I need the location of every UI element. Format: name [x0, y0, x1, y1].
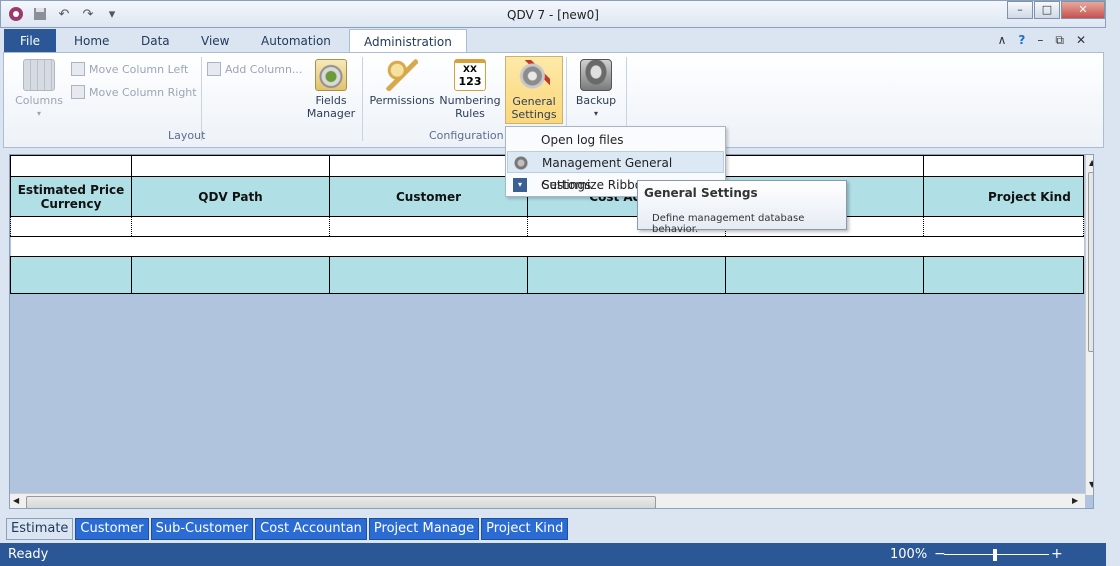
- doc-close-icon[interactable]: ✕: [1076, 33, 1086, 48]
- permissions-button[interactable]: Permissions: [367, 59, 437, 107]
- numbering-rules-icon: XX 123: [454, 59, 486, 91]
- menu-item-open-log-files[interactable]: Open log files: [507, 129, 724, 151]
- help-icon[interactable]: ?: [1018, 33, 1025, 48]
- sheet-tab-project-manager[interactable]: Project Manage: [368, 518, 480, 540]
- add-column-button[interactable]: Add Column...: [207, 62, 302, 76]
- horizontal-scroll-thumb[interactable]: [26, 496, 656, 508]
- general-settings-button[interactable]: General Settings: [505, 56, 563, 124]
- tooltip-title: General Settings: [644, 186, 758, 200]
- tab-automation[interactable]: Automation: [247, 29, 345, 53]
- sheet-tabs: Estimate Customer Sub-Customer Cost Acco…: [6, 518, 569, 540]
- fields-manager-icon: [315, 59, 347, 91]
- gear-wrench-icon: [518, 60, 550, 92]
- collapse-ribbon-icon[interactable]: ∧: [998, 33, 1007, 48]
- status-bar: Ready 100% − +: [0, 543, 1106, 566]
- gear-wrench-icon: [514, 156, 528, 170]
- key-icon: [386, 59, 418, 91]
- tab-file[interactable]: File: [4, 29, 56, 53]
- move-left-icon: [71, 62, 85, 76]
- close-button[interactable]: ✕: [1061, 1, 1105, 19]
- sheet-tab-sub-customer[interactable]: Sub-Customer: [150, 518, 254, 540]
- tab-view[interactable]: View: [187, 29, 243, 53]
- sheet-tab-project-kind[interactable]: Project Kind: [481, 518, 569, 540]
- zoom-in-icon[interactable]: +: [1051, 546, 1063, 562]
- move-column-right-button[interactable]: Move Column Right: [71, 85, 197, 99]
- status-text: Ready: [8, 547, 49, 562]
- customize-ribbon-icon: ▾: [513, 178, 527, 192]
- sheet-tab-cost-accountant[interactable]: Cost Accountan: [255, 518, 367, 540]
- backup-button[interactable]: Backup ▾: [569, 59, 623, 120]
- configuration-group-label: Configuration: [429, 129, 504, 142]
- title-bar: ↶ ↷ ▾ QDV 7 - [new0] – □ ✕: [0, 0, 1106, 28]
- header-project-kind[interactable]: Project Kind: [923, 176, 1084, 217]
- general-settings-tooltip: General Settings Define management datab…: [637, 180, 847, 235]
- table-row: [10, 236, 1084, 257]
- maximize-button[interactable]: □: [1034, 1, 1060, 19]
- sheet-tab-estimate[interactable]: Estimate: [6, 518, 74, 540]
- move-column-left-button[interactable]: Move Column Left: [71, 62, 188, 76]
- vertical-scroll-thumb[interactable]: [1088, 172, 1093, 352]
- scroll-right-icon[interactable]: ▶: [1072, 496, 1078, 505]
- disk-icon: [580, 59, 612, 91]
- horizontal-scrollbar[interactable]: ◀ ▶: [10, 493, 1085, 508]
- zoom-level: 100%: [890, 547, 928, 562]
- numbering-rules-button[interactable]: XX 123 Numbering Rules: [438, 59, 502, 120]
- header-estimated-price-currency[interactable]: Estimated Price Currency: [10, 176, 132, 217]
- fields-manager-button[interactable]: Fields Manager: [304, 59, 358, 120]
- move-right-icon: [71, 85, 85, 99]
- columns-button[interactable]: Columns ▾: [12, 59, 66, 120]
- header-customer[interactable]: Customer: [329, 176, 528, 217]
- header-qdv-path[interactable]: QDV Path: [131, 176, 330, 217]
- data-grid[interactable]: Estimated Price Currency QDV Path Custom…: [9, 154, 1094, 509]
- tab-administration[interactable]: Administration: [349, 29, 467, 53]
- columns-icon: [23, 59, 55, 91]
- tab-data[interactable]: Data: [127, 29, 184, 53]
- menu-item-management-general-settings[interactable]: Management General Settings: [507, 151, 724, 192]
- doc-restore-icon[interactable]: ⧉: [1055, 33, 1064, 48]
- ribbon-right-controls: ∧ ? – ⧉ ✕: [998, 33, 1086, 48]
- window-controls: – □ ✕: [1006, 1, 1105, 19]
- add-column-icon: [207, 62, 221, 76]
- tooltip-description: Define management database behavior.: [652, 213, 805, 235]
- table-row: [10, 216, 1084, 237]
- window-title: QDV 7 - [new0]: [507, 8, 599, 22]
- sheet-tab-customer[interactable]: Customer: [75, 518, 149, 540]
- scroll-down-icon[interactable]: ▼: [1089, 480, 1093, 489]
- table-row: [10, 256, 1084, 294]
- minimize-button[interactable]: –: [1007, 1, 1033, 19]
- vertical-scrollbar[interactable]: ▲ ▼: [1085, 155, 1093, 495]
- zoom-slider-thumb[interactable]: [993, 549, 997, 561]
- scroll-left-icon[interactable]: ◀: [13, 496, 19, 505]
- ribbon-tabs: File Home Data View Automation Administr…: [0, 28, 1106, 53]
- zoom-slider[interactable]: − +: [934, 546, 1064, 562]
- tab-home[interactable]: Home: [60, 29, 123, 53]
- scroll-up-icon[interactable]: ▲: [1089, 158, 1093, 167]
- doc-minimize-icon[interactable]: –: [1037, 33, 1043, 48]
- layout-group-label: Layout: [168, 129, 206, 142]
